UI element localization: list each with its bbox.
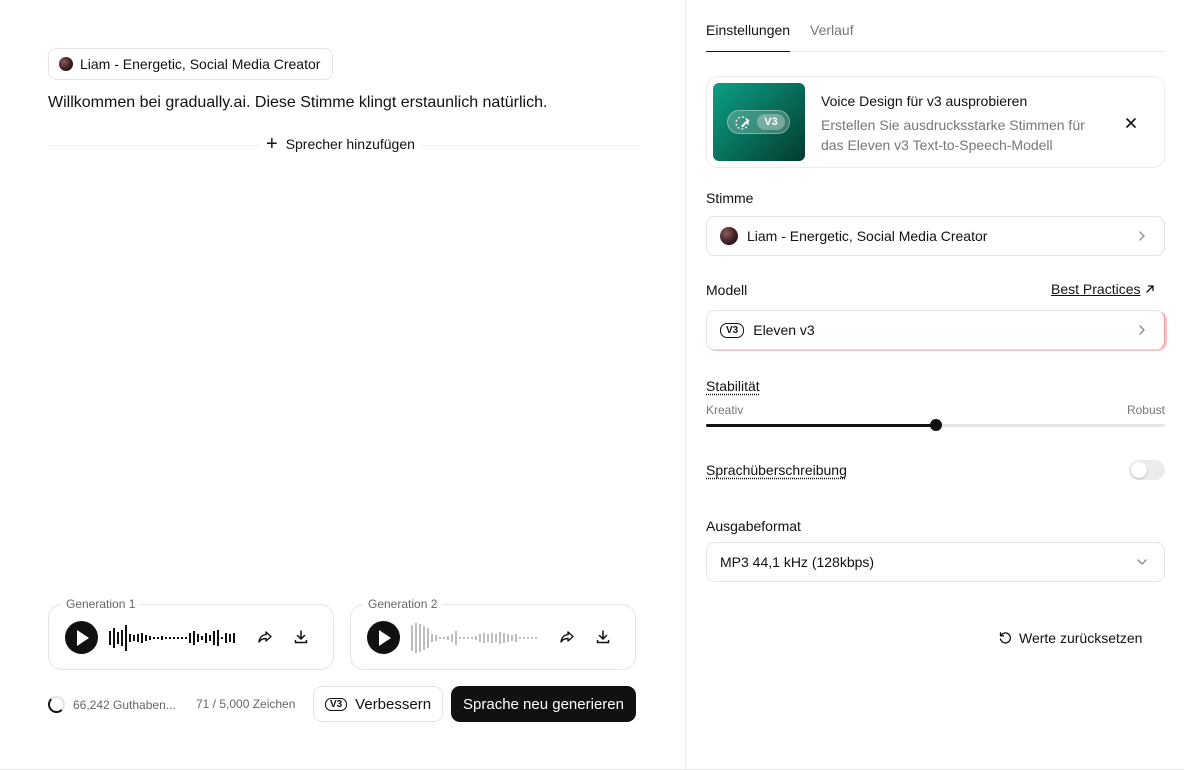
reset-icon bbox=[999, 632, 1012, 644]
download-icon bbox=[596, 630, 610, 644]
output-format-value: MP3 44,1 kHz (128kbps) bbox=[720, 554, 875, 570]
close-icon bbox=[1126, 118, 1136, 128]
voice-avatar bbox=[720, 227, 738, 245]
promo-pill: V3 bbox=[727, 110, 790, 134]
credits-indicator[interactable]: 66,242 Guthaben... bbox=[48, 696, 176, 713]
improve-button[interactable]: V3 Verbessern bbox=[313, 686, 443, 722]
waveform[interactable] bbox=[411, 622, 541, 654]
credits-ring-icon bbox=[48, 696, 65, 713]
stability-label: Stabilität bbox=[706, 378, 760, 394]
add-speaker-row: + Sprecher hinzufügen bbox=[48, 133, 640, 155]
char-count: 71 / 5,000 Zeichen bbox=[196, 697, 296, 711]
speaker-avatar bbox=[59, 57, 73, 71]
promo-image: V3 bbox=[713, 83, 805, 161]
promo-v3-badge: V3 bbox=[757, 114, 785, 130]
waveform[interactable] bbox=[109, 622, 239, 654]
reset-label: Werte zurücksetzen bbox=[1019, 630, 1143, 646]
add-speaker-button[interactable]: + Sprecher hinzufügen bbox=[260, 133, 421, 155]
speech-override-label: Sprachüberschreibung bbox=[706, 462, 847, 478]
output-format-select[interactable]: MP3 44,1 kHz (128kbps) bbox=[706, 542, 1165, 582]
generation-label: Generation 2 bbox=[363, 597, 443, 611]
tab-history[interactable]: Verlauf bbox=[810, 22, 854, 52]
generation-card-1: Generation 1 bbox=[48, 597, 334, 670]
model-select[interactable]: V3 Eleven v3 bbox=[706, 310, 1165, 350]
share-icon bbox=[560, 631, 574, 643]
settings-pane: Einstellungen Verlauf V3 Voice Design fü… bbox=[685, 0, 1184, 770]
best-practices-label: Best Practices bbox=[1051, 281, 1141, 297]
credits-text: 66,242 Guthaben... bbox=[73, 697, 176, 712]
external-link-icon bbox=[1146, 285, 1155, 293]
best-practices-link[interactable]: Best Practices bbox=[1051, 281, 1156, 297]
close-button[interactable] bbox=[1121, 113, 1141, 133]
promo-subtitle: Erstellen Sie ausdrucksstarke Stimmen fü… bbox=[821, 117, 1085, 153]
speaker-chip[interactable]: Liam - Energetic, Social Media Creator bbox=[48, 48, 334, 80]
regenerate-button[interactable]: Sprache neu generieren bbox=[451, 686, 636, 722]
stability-slider[interactable] bbox=[706, 419, 1165, 431]
share-button[interactable] bbox=[255, 627, 275, 647]
slider-fill bbox=[706, 424, 936, 427]
add-speaker-label: Sprecher hinzufügen bbox=[285, 136, 415, 152]
stability-min-label: Kreativ bbox=[706, 403, 744, 417]
generation-label: Generation 1 bbox=[61, 597, 141, 611]
play-icon bbox=[77, 629, 89, 646]
chevron-down-icon bbox=[1137, 559, 1147, 565]
v3-badge: V3 bbox=[324, 697, 348, 711]
play-icon bbox=[379, 629, 391, 646]
voice-value: Liam - Energetic, Social Media Creator bbox=[747, 228, 988, 244]
stability-range-labels: Kreativ Robust bbox=[706, 403, 1165, 417]
chevron-right-icon bbox=[1139, 325, 1145, 335]
reset-values-button[interactable]: Werte zurücksetzen bbox=[998, 630, 1142, 646]
model-label: Modell bbox=[706, 282, 748, 298]
editor-footer: 66,242 Guthaben... 71 / 5,000 Zeichen V3… bbox=[48, 686, 638, 722]
model-v3-badge: V3 bbox=[720, 322, 745, 338]
promo-title: Voice Design für v3 ausprobieren bbox=[821, 93, 1028, 109]
stability-max-label: Robust bbox=[1126, 403, 1165, 417]
speech-override-toggle[interactable] bbox=[1129, 460, 1165, 480]
chevron-right-icon bbox=[1139, 231, 1145, 241]
editor-pane: Liam - Energetic, Social Media Creator W… bbox=[0, 0, 685, 770]
settings-tabs: Einstellungen Verlauf bbox=[706, 22, 1165, 52]
speaker-name: Liam - Energetic, Social Media Creator bbox=[80, 56, 321, 72]
plus-icon: + bbox=[266, 133, 278, 155]
promo-card[interactable]: V3 Voice Design für v3 ausprobieren Erst… bbox=[706, 76, 1165, 168]
improve-label: Verbessern bbox=[355, 695, 432, 713]
voice-label: Stimme bbox=[706, 190, 754, 206]
voice-select[interactable]: Liam - Energetic, Social Media Creator bbox=[706, 216, 1165, 256]
play-button[interactable] bbox=[367, 621, 400, 654]
download-button[interactable] bbox=[593, 627, 613, 647]
download-button[interactable] bbox=[291, 627, 311, 647]
slider-handle[interactable] bbox=[929, 419, 942, 431]
tab-settings[interactable]: Einstellungen bbox=[706, 22, 791, 52]
share-icon bbox=[258, 631, 272, 643]
model-value: Eleven v3 bbox=[753, 322, 815, 338]
output-format-label: Ausgabeformat bbox=[706, 518, 801, 534]
script-text[interactable]: Willkommen bei gradually.ai. Diese Stimm… bbox=[48, 94, 547, 112]
generation-card-2: Generation 2 bbox=[350, 597, 636, 670]
toggle-knob bbox=[1131, 462, 1147, 478]
play-button[interactable] bbox=[65, 621, 98, 654]
share-button[interactable] bbox=[557, 627, 577, 647]
download-icon bbox=[294, 630, 308, 644]
voice-design-icon bbox=[735, 116, 750, 130]
